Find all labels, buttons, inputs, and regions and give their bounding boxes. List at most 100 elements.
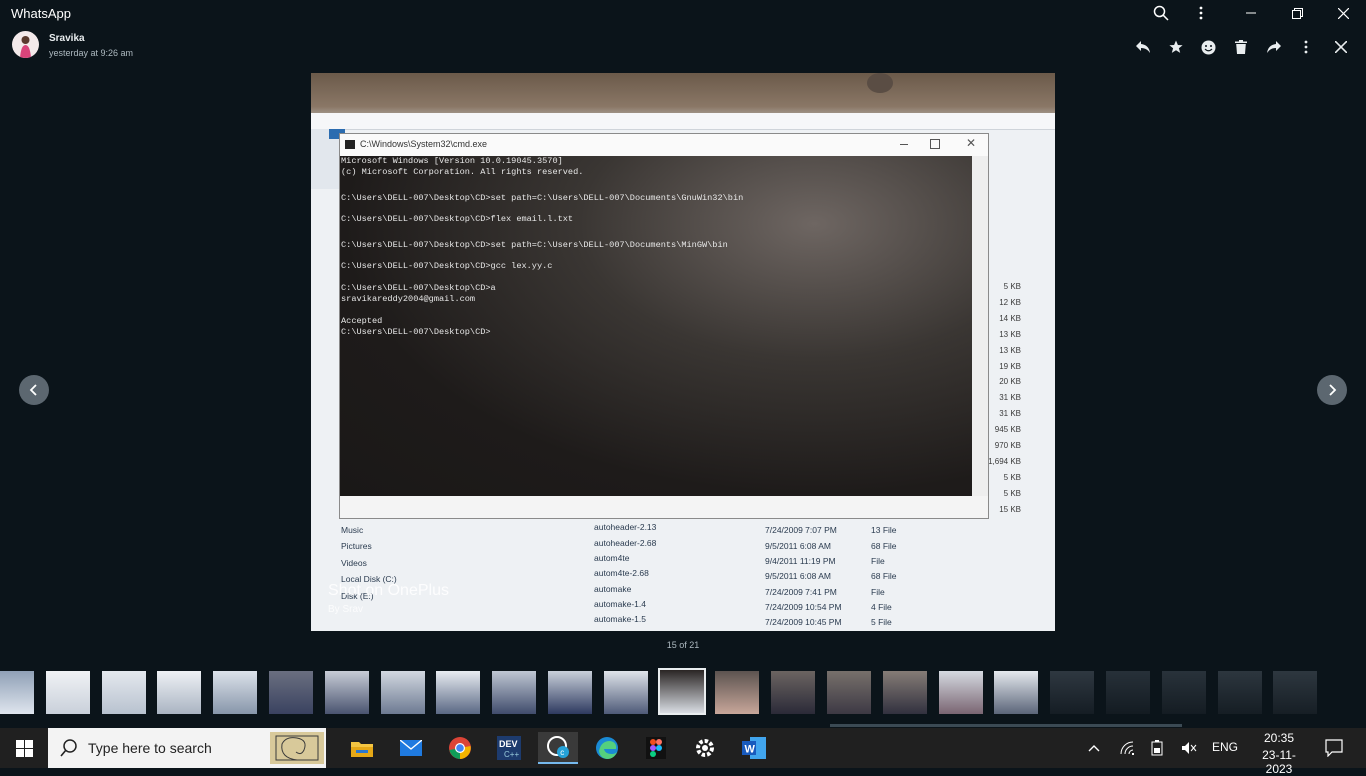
tray-chevron-icon[interactable] (1076, 732, 1112, 764)
restore-button[interactable] (1274, 0, 1320, 26)
photo-size-cell: 13 KB (999, 329, 1021, 339)
thumbnail[interactable] (324, 671, 369, 714)
word-icon[interactable]: W (734, 732, 774, 764)
photo-file-date: 7/24/2009 10:45 PM (765, 617, 842, 628)
avatar[interactable] (12, 31, 39, 58)
taskbar: Type here to search DEV C++ c W ENG 20:3… (0, 728, 1366, 776)
thumbnail[interactable] (1106, 671, 1150, 714)
photo-size-cell: 13 KB (999, 345, 1021, 355)
photo-size-cell: 970 KB (994, 441, 1021, 450)
svg-text:DEV: DEV (499, 739, 518, 749)
cmd-line: Microsoft Windows [Version 10.0.19045.35… (341, 156, 563, 166)
thumbnail[interactable] (882, 671, 927, 714)
thumbnail[interactable] (1161, 671, 1206, 714)
sender-name: Sravika (49, 33, 85, 44)
photo-file-type: 13 File (871, 525, 897, 536)
thumbnail[interactable] (1273, 671, 1318, 714)
emoji-icon[interactable] (1196, 36, 1220, 58)
more-icon[interactable] (1294, 36, 1318, 58)
menu-dots-icon[interactable] (1178, 0, 1224, 26)
thumbnail[interactable] (101, 671, 146, 714)
photo-file-date: 7/24/2009 10:54 PM (765, 601, 842, 612)
thumbnail[interactable] (715, 671, 760, 714)
windows-start-icon[interactable] (4, 732, 44, 764)
photo-file-name: automake-1.5 (594, 614, 646, 625)
thumbnail-scrollbar[interactable] (830, 724, 1182, 727)
speaker-muted-icon[interactable] (1171, 732, 1207, 764)
chrome-icon[interactable] (440, 732, 480, 764)
notification-icon[interactable] (1314, 732, 1354, 764)
thumbnail[interactable] (771, 671, 816, 714)
thumbnail[interactable] (548, 671, 592, 714)
edge-icon[interactable] (587, 732, 627, 764)
clock-time: 20:35 (1263, 731, 1295, 745)
settings-icon[interactable] (685, 732, 725, 764)
thumbnail[interactable] (213, 671, 258, 714)
cmd-line: (c) Microsoft Corporation. All rights re… (341, 167, 584, 177)
thumbnail[interactable] (436, 671, 481, 714)
photo-file-name: automake (594, 583, 632, 594)
thumbnail[interactable] (657, 668, 706, 715)
cmd-line: C:\Users\DELL-007\Desktop\CD>set path=C:… (341, 240, 728, 250)
clock[interactable]: 20:35 23-11-2023 (1250, 731, 1308, 776)
reply-icon[interactable] (1131, 36, 1155, 58)
photo-size-cell: 945 KB (994, 425, 1021, 435)
photo-file-name: autoheader-2.13 (594, 522, 657, 533)
thumbnail[interactable] (603, 671, 648, 714)
thumbnail[interactable] (492, 671, 537, 714)
next-button[interactable] (1317, 375, 1347, 405)
svg-text:C++: C++ (504, 750, 519, 759)
photo-nav-item: Videos (341, 557, 367, 568)
cmd-line: sravikareddy2004@gmail.com (341, 294, 476, 304)
mail-icon[interactable] (391, 732, 431, 764)
thumbnail[interactable] (269, 671, 313, 714)
photo-file-type: File (871, 586, 885, 597)
thumbnail[interactable] (1217, 671, 1262, 714)
thumbnail[interactable] (938, 671, 983, 714)
photo-cmd-title: C:\Windows\System32\cmd.exe (360, 139, 488, 149)
taskbar-search[interactable]: Type here to search (48, 728, 326, 768)
previous-button[interactable] (19, 375, 49, 405)
photo-file-type: 5 File (871, 617, 892, 628)
message-timestamp: yesterday at 9:26 am (49, 48, 134, 58)
photo-size-cell: 31 KB (999, 409, 1021, 419)
photo-watermark: Shot on OnePlus (328, 582, 449, 599)
file-explorer-icon[interactable] (342, 732, 382, 764)
photo-file-date: 7/24/2009 7:07 PM (765, 525, 837, 536)
photo-size-cell: 19 KB (999, 361, 1021, 371)
cmd-line: Accepted (341, 316, 383, 326)
photo-size-cell: 14 KB (999, 313, 1021, 323)
photo-file-date: 7/24/2009 7:41 PM (765, 586, 837, 597)
star-icon[interactable] (1164, 36, 1188, 58)
photo-file-type: 68 File (871, 540, 897, 551)
close-window-button[interactable] (1320, 0, 1366, 26)
thumbnail[interactable] (0, 671, 34, 714)
forward-icon[interactable] (1262, 36, 1286, 58)
thumbnail[interactable] (827, 671, 871, 714)
photo-file-date: 9/4/2011 11:19 PM (765, 555, 836, 566)
photo-file-name: autom4te-2.68 (594, 568, 649, 579)
photo-nav-item: Music (341, 524, 364, 535)
whatsapp-icon[interactable]: c (538, 732, 578, 764)
photo-size-cell: 1,694 KB (988, 456, 1021, 466)
cmd-line: C:\Users\DELL-007\Desktop\CD>set path=C:… (341, 193, 744, 203)
photo-size-cell: 31 KB (999, 393, 1021, 403)
dev-cpp-icon[interactable]: DEV C++ (489, 732, 529, 764)
cmd-line: C:\Users\DELL-007\Desktop\CD>flex email.… (341, 214, 574, 224)
language-indicator[interactable]: ENG (1212, 740, 1238, 754)
thumbnail[interactable] (994, 671, 1039, 714)
thumbnail[interactable] (380, 671, 425, 714)
thumbnail[interactable] (157, 671, 202, 714)
thumbnail[interactable] (1050, 671, 1095, 714)
figma-icon[interactable] (636, 732, 676, 764)
thumbnail[interactable] (45, 671, 90, 714)
delete-icon[interactable] (1229, 36, 1253, 58)
svg-text:W: W (745, 744, 756, 756)
photo-file-type: 68 File (871, 571, 897, 582)
close-icon[interactable] (1329, 36, 1353, 58)
minimize-button[interactable] (1228, 0, 1274, 26)
photo-size-cell: 15 KB (999, 504, 1021, 514)
clock-date: 23-11-2023 (1262, 748, 1296, 776)
app-title: WhatsApp (11, 6, 71, 21)
photo-size-cell: 20 KB (999, 377, 1021, 387)
